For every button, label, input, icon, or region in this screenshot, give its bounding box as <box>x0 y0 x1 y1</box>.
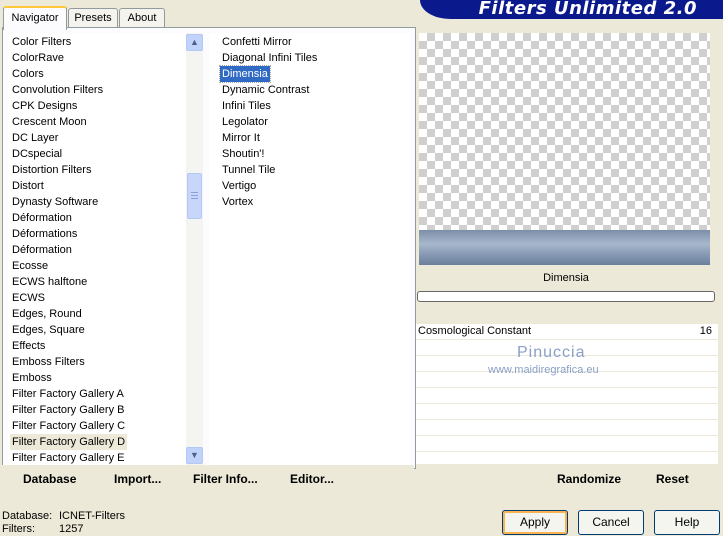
category-item[interactable]: Filter Factory Gallery C <box>12 418 125 434</box>
category-item[interactable]: Color Filters <box>12 34 71 50</box>
category-item[interactable]: Filter Factory Gallery A <box>12 386 124 402</box>
category-list[interactable]: Color Filters ColorRave Colors Convoluti… <box>8 33 186 465</box>
category-item[interactable]: Ecosse <box>12 258 48 274</box>
import-button[interactable]: Import... <box>114 472 161 486</box>
tab-presets[interactable]: Presets <box>68 8 118 28</box>
category-item[interactable]: ECWS halftone <box>12 274 87 290</box>
category-item[interactable]: Convolution Filters <box>12 82 103 98</box>
cancel-button[interactable]: Cancel <box>578 510 644 535</box>
category-item[interactable]: Distort <box>12 178 44 194</box>
category-item[interactable]: DC Layer <box>12 130 58 146</box>
tab-navigator[interactable]: Navigator <box>3 6 67 30</box>
filter-item[interactable]: Legolator <box>222 114 268 130</box>
category-item[interactable]: Edges, Round <box>12 306 82 322</box>
filter-item[interactable]: Vertigo <box>222 178 256 194</box>
scroll-thumb[interactable] <box>187 173 202 219</box>
parameter-name: Cosmological Constant <box>418 325 532 337</box>
database-value: ICNET-Filters <box>59 510 125 522</box>
category-item[interactable]: Déformations <box>12 226 77 242</box>
category-item[interactable]: Colors <box>12 66 44 82</box>
filter-item-selected[interactable]: Dimensia <box>219 65 271 83</box>
parameter-row-empty <box>416 404 718 420</box>
category-item[interactable]: DCspecial <box>12 146 62 162</box>
parameter-row-empty <box>416 388 718 404</box>
category-item[interactable]: Filter Factory Gallery B <box>12 402 124 418</box>
filter-item[interactable]: Dynamic Contrast <box>222 82 309 98</box>
category-item[interactable]: Crescent Moon <box>12 114 87 130</box>
filter-list[interactable]: Confetti Mirror Diagonal Infini Tiles Di… <box>209 33 410 465</box>
category-item[interactable]: Effects <box>12 338 45 354</box>
filter-item[interactable]: Vortex <box>222 194 253 210</box>
preview-filter-name: Dimensia <box>543 272 589 284</box>
parameter-value[interactable]: 16 <box>690 325 712 337</box>
category-item[interactable]: Déformation <box>12 210 72 226</box>
scroll-up-icon[interactable]: ▲ <box>186 34 203 51</box>
category-item[interactable]: CPK Designs <box>12 98 77 114</box>
apply-button[interactable]: Apply <box>502 510 568 535</box>
banner-title: Filters Unlimited 2.0 <box>478 0 697 19</box>
filter-info-button[interactable]: Filter Info... <box>193 472 258 486</box>
filter-item[interactable]: Mirror It <box>222 130 260 146</box>
progress-bar <box>417 291 715 302</box>
parameter-row-empty <box>416 420 718 436</box>
filter-item[interactable]: Diagonal Infini Tiles <box>222 50 317 66</box>
filter-item[interactable]: Infini Tiles <box>222 98 271 114</box>
grip-line <box>191 192 198 193</box>
category-item[interactable]: ECWS <box>12 290 45 306</box>
watermark-name: Pinuccia <box>517 344 586 361</box>
scroll-down-icon[interactable]: ▼ <box>186 447 203 464</box>
category-scrollbar[interactable]: ▲ ▼ <box>186 33 203 465</box>
parameter-row-empty <box>416 436 718 452</box>
parameter-row-empty <box>416 452 718 465</box>
tab-about[interactable]: About <box>119 8 165 28</box>
category-item[interactable]: Filter Factory Gallery E <box>12 450 124 465</box>
title-banner: Filters Unlimited 2.0 <box>420 0 723 19</box>
randomize-button[interactable]: Randomize <box>557 472 621 486</box>
database-button[interactable]: Database <box>23 472 76 486</box>
category-item[interactable]: ColorRave <box>12 50 64 66</box>
category-item-current[interactable]: Filter Factory Gallery D <box>10 434 128 450</box>
editor-button[interactable]: Editor... <box>290 472 334 486</box>
grip-line <box>191 195 198 196</box>
category-item[interactable]: Déformation <box>12 242 72 258</box>
category-item[interactable]: Edges, Square <box>12 322 85 338</box>
database-label: Database: <box>2 510 53 522</box>
grip-line <box>191 198 198 199</box>
filters-count: 1257 <box>59 523 84 535</box>
help-button[interactable]: Help <box>654 510 720 535</box>
category-item[interactable]: Emboss Filters <box>12 354 85 370</box>
category-item[interactable]: Dynasty Software <box>12 194 98 210</box>
filter-item[interactable]: Tunnel Tile <box>222 162 275 178</box>
filter-item[interactable]: Shoutin'! <box>222 146 264 162</box>
filter-item[interactable]: Confetti Mirror <box>222 34 292 50</box>
category-item[interactable]: Emboss <box>12 370 52 386</box>
category-item[interactable]: Distortion Filters <box>12 162 91 178</box>
reset-button[interactable]: Reset <box>656 472 689 486</box>
watermark-url: www.maidiregrafica.eu <box>488 364 599 376</box>
preview-image <box>419 230 710 265</box>
filters-label: Filters: <box>2 523 35 535</box>
